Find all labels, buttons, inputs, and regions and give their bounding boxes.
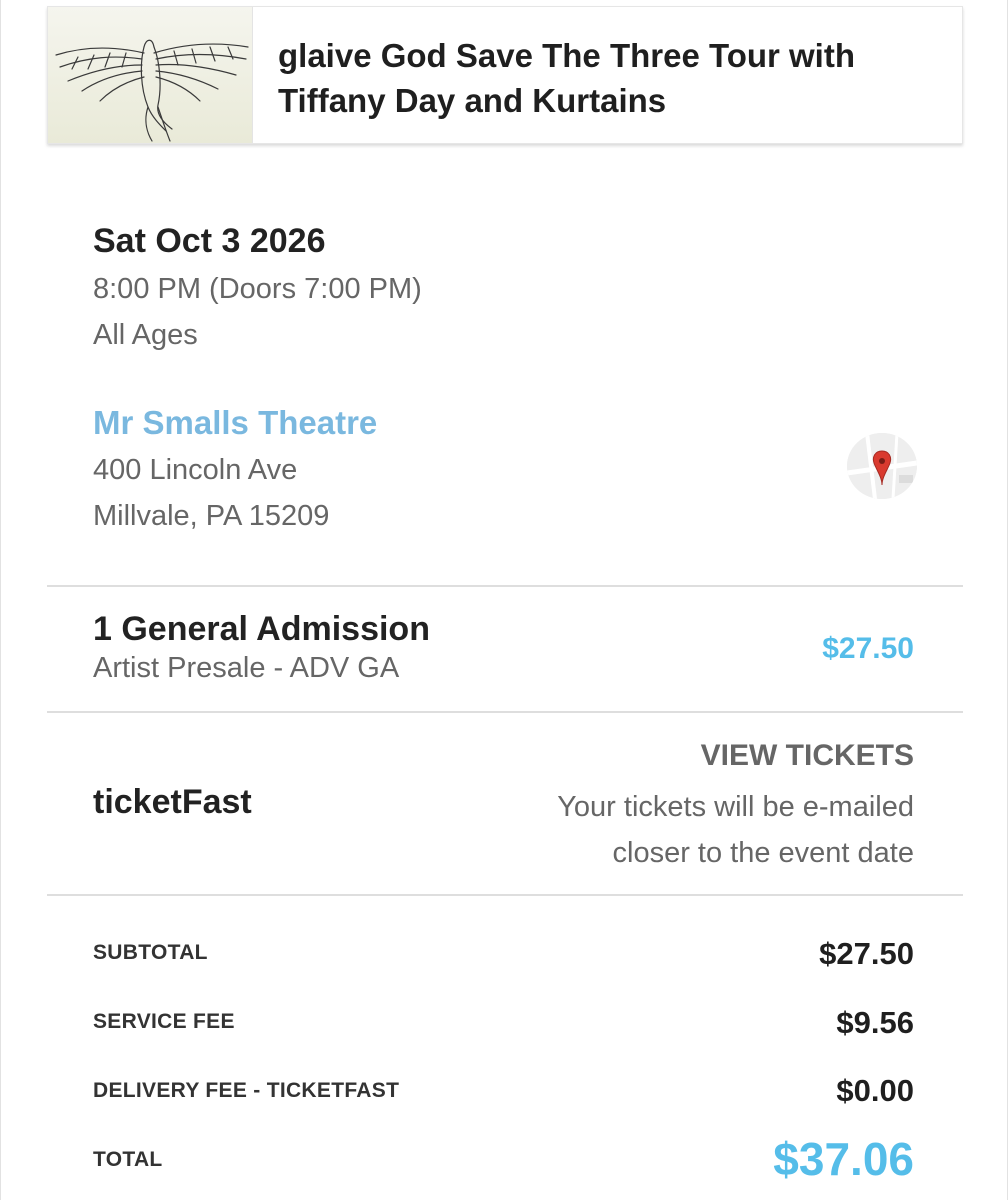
bird-illustration-icon bbox=[48, 7, 253, 143]
ticket-quantity: 1 General Admission bbox=[93, 610, 430, 648]
venue-address-street: 400 Lincoln Ave bbox=[93, 454, 298, 486]
event-title[interactable]: glaive God Save The Three Tour with Tiff… bbox=[278, 33, 948, 123]
view-tickets-link[interactable]: VIEW TICKETS bbox=[701, 739, 914, 773]
ticket-price: $27.50 bbox=[822, 632, 914, 665]
event-date: Sat Oct 3 2026 bbox=[93, 222, 326, 260]
event-card[interactable]: glaive God Save The Three Tour with Tiff… bbox=[47, 6, 963, 144]
divider bbox=[47, 711, 963, 713]
map-pin-icon[interactable] bbox=[847, 433, 917, 499]
event-time: 8:00 PM (Doors 7:00 PM) bbox=[93, 273, 422, 305]
service-fee-value: $9.56 bbox=[836, 1005, 914, 1040]
age-restriction: All Ages bbox=[93, 319, 198, 351]
total-value: $37.06 bbox=[773, 1133, 914, 1185]
delivery-fee-label: DELIVERY FEE - TICKETFAST bbox=[93, 1079, 400, 1102]
divider bbox=[47, 894, 963, 896]
service-fee-label: SERVICE FEE bbox=[93, 1010, 235, 1033]
subtotal-label: SUBTOTAL bbox=[93, 941, 208, 964]
delivery-fee-value: $0.00 bbox=[836, 1073, 914, 1108]
delivery-method: ticketFast bbox=[93, 783, 252, 821]
venue-address-city: Millvale, PA 15209 bbox=[93, 500, 330, 532]
ticket-type: Artist Presale - ADV GA bbox=[93, 652, 400, 684]
order-summary-panel: glaive God Save The Three Tour with Tiff… bbox=[0, 0, 1008, 1200]
subtotal-value: $27.50 bbox=[819, 936, 914, 971]
divider bbox=[47, 585, 963, 587]
total-label: TOTAL bbox=[93, 1148, 163, 1171]
venue-name-link[interactable]: Mr Smalls Theatre bbox=[93, 404, 377, 442]
delivery-note: Your tickets will be e-mailed closer to … bbox=[557, 791, 914, 869]
